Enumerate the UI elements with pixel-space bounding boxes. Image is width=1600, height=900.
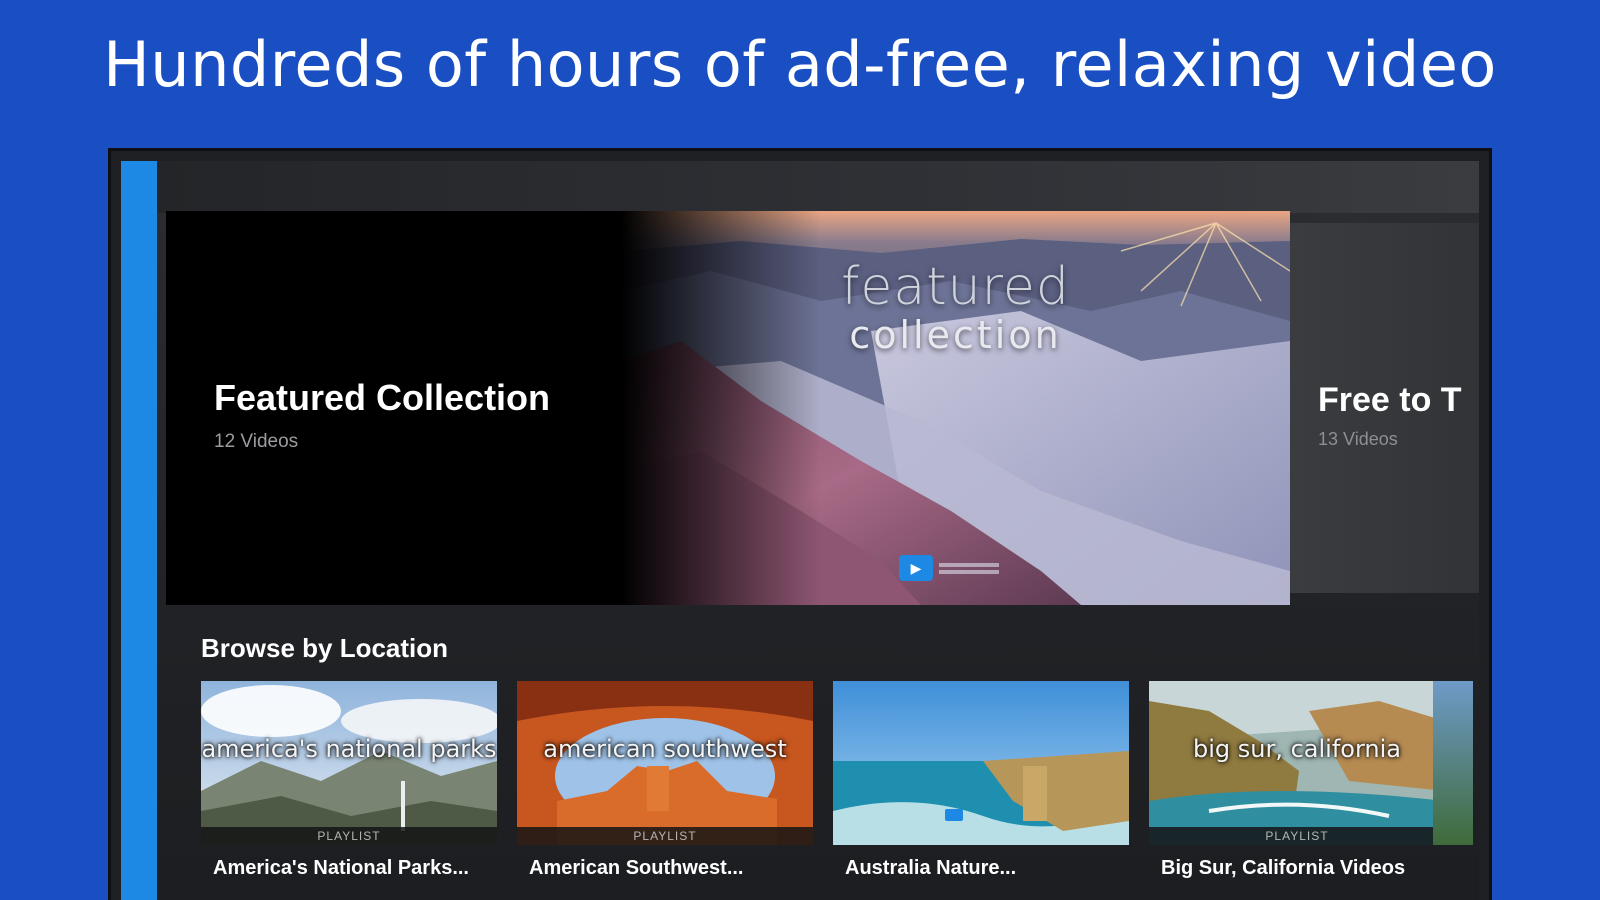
tile-label: Big Sur, California Videos — [1161, 857, 1406, 879]
tv-frame: Featured Collection 12 Videos featured c… — [108, 148, 1492, 900]
brand-badge: ▶ — [899, 553, 1011, 583]
tile-thumbnail — [833, 681, 1129, 845]
hero-info: Featured Collection 12 Videos — [214, 377, 550, 453]
tile-overlay-text: big sur, california — [1192, 735, 1401, 763]
top-strip — [157, 161, 1479, 213]
featured-collection-card[interactable]: Featured Collection 12 Videos featured c… — [166, 211, 1290, 605]
playlist-tag: PLAYLIST — [517, 827, 813, 845]
tile-american-southwest[interactable]: american southwest PLAYLIST American Sou… — [517, 681, 813, 880]
tile-label: American Southwest... — [529, 857, 744, 879]
hero-image: featured collection ▶ — [621, 211, 1290, 605]
tile-label: America's National Parks... — [213, 857, 469, 879]
hero-title: Featured Collection — [214, 377, 551, 418]
hero-overlay-featured: featured — [841, 257, 1070, 317]
tile-thumbnail: american southwest PLAYLIST — [517, 681, 813, 845]
tile-label: Australia Nature... — [845, 857, 1017, 879]
playlist-tag: PLAYLIST — [1149, 827, 1445, 845]
tile-peek-next[interactable] — [1433, 681, 1473, 845]
tile-australia-nature[interactable]: Australia Nature... — [833, 681, 1129, 880]
hero-video-count: 12 Videos — [214, 431, 299, 452]
next-collection-video-count: 13 Videos — [1318, 429, 1398, 449]
playlist-tag: PLAYLIST — [201, 827, 497, 845]
tile-overlay-text: america's national parks — [201, 735, 497, 763]
next-collection-title: Free to T — [1318, 381, 1462, 419]
hero-row: Featured Collection 12 Videos featured c… — [166, 211, 1479, 605]
tile-thumbnail: america's national parks PLAYLIST — [201, 681, 497, 845]
tile-americas-national-parks[interactable]: america's national parks PLAYLIST Americ… — [201, 681, 497, 880]
next-collection-card[interactable]: Free to T 13 Videos — [1290, 223, 1479, 593]
play-logo-icon: ▶ — [899, 555, 933, 581]
promo-headline: Hundreds of hours of ad-free, relaxing v… — [103, 28, 1497, 101]
tile-thumbnail: big sur, california PLAYLIST — [1149, 681, 1445, 845]
tile-overlay-text: american southwest — [543, 735, 787, 763]
tile-big-sur-california[interactable]: big sur, california PLAYLIST Big Sur, Ca… — [1149, 681, 1445, 880]
browse-section-title: Browse by Location — [201, 633, 449, 663]
hero-overlay-collection: collection — [849, 313, 1062, 357]
app-screen: Featured Collection 12 Videos featured c… — [121, 161, 1479, 900]
brand-wordmark — [939, 562, 999, 574]
nav-rail[interactable] — [121, 161, 157, 900]
browse-row: america's national parks PLAYLIST Americ… — [201, 681, 1445, 880]
